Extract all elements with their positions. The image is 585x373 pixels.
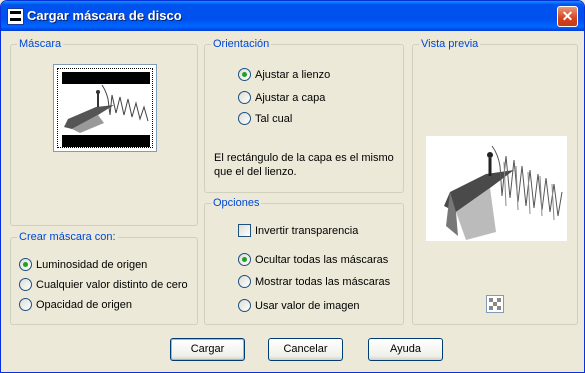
close-button[interactable]: ✕: [557, 6, 578, 27]
radio-luminosity-label: Luminosidad de origen: [36, 259, 148, 271]
radio-opacity-icon: [19, 298, 32, 311]
cancel-button[interactable]: Cancelar: [268, 338, 343, 361]
radio-as-is-icon: [238, 112, 251, 125]
app-icon: [7, 8, 24, 25]
create-mask-legend: Crear máscara con:: [17, 231, 118, 243]
preview-image: [426, 136, 567, 241]
load-button[interactable]: Cargar: [170, 338, 245, 361]
mask-legend: Máscara: [17, 38, 64, 50]
window-title: Cargar máscara de disco: [27, 8, 182, 23]
radio-show-masks-icon: [238, 275, 251, 288]
radio-show-masks-label: Mostrar todas las máscaras: [255, 276, 391, 288]
radio-opacity-label: Opacidad de origen: [36, 299, 133, 311]
radio-luminosity-icon: [19, 258, 32, 271]
radio-hide-masks-label: Ocultar todas las máscaras: [255, 254, 389, 266]
options-legend: Opciones: [211, 197, 262, 209]
mask-thumbnail[interactable]: [53, 64, 157, 152]
orientation-legend: Orientación: [211, 38, 272, 50]
dialog-window: Cargar máscara de disco ✕ Máscara Crear …: [0, 0, 585, 373]
help-button[interactable]: Ayuda: [368, 338, 443, 361]
orientation-info-text: El rectángulo de la capa es el mismo que…: [214, 152, 394, 178]
preview-toggle-icon[interactable]: [486, 295, 504, 313]
radio-nonzero-icon: [19, 278, 32, 291]
radio-fit-layer-icon: [238, 91, 251, 104]
preview-graphic: [444, 145, 563, 240]
radio-fit-canvas-label: Ajustar a lienzo: [255, 69, 331, 81]
radio-as-is-label: Tal cual: [255, 113, 293, 125]
radio-use-image-value-label: Usar valor de imagen: [255, 300, 360, 312]
radio-hide-masks-icon: [238, 253, 251, 266]
invert-checkbox-box: [238, 224, 251, 237]
invert-checkbox-label: Invertir transparencia: [255, 225, 359, 237]
title-bar[interactable]: Cargar máscara de disco ✕: [1, 1, 584, 31]
radio-use-image-value-icon: [238, 299, 251, 312]
preview-legend: Vista previa: [419, 38, 481, 50]
radio-fit-layer-label: Ajustar a capa: [255, 92, 326, 104]
radio-fit-canvas-icon: [238, 68, 251, 81]
radio-nonzero-label: Cualquier valor distinto de cero: [36, 279, 188, 291]
mask-image: [64, 85, 149, 133]
